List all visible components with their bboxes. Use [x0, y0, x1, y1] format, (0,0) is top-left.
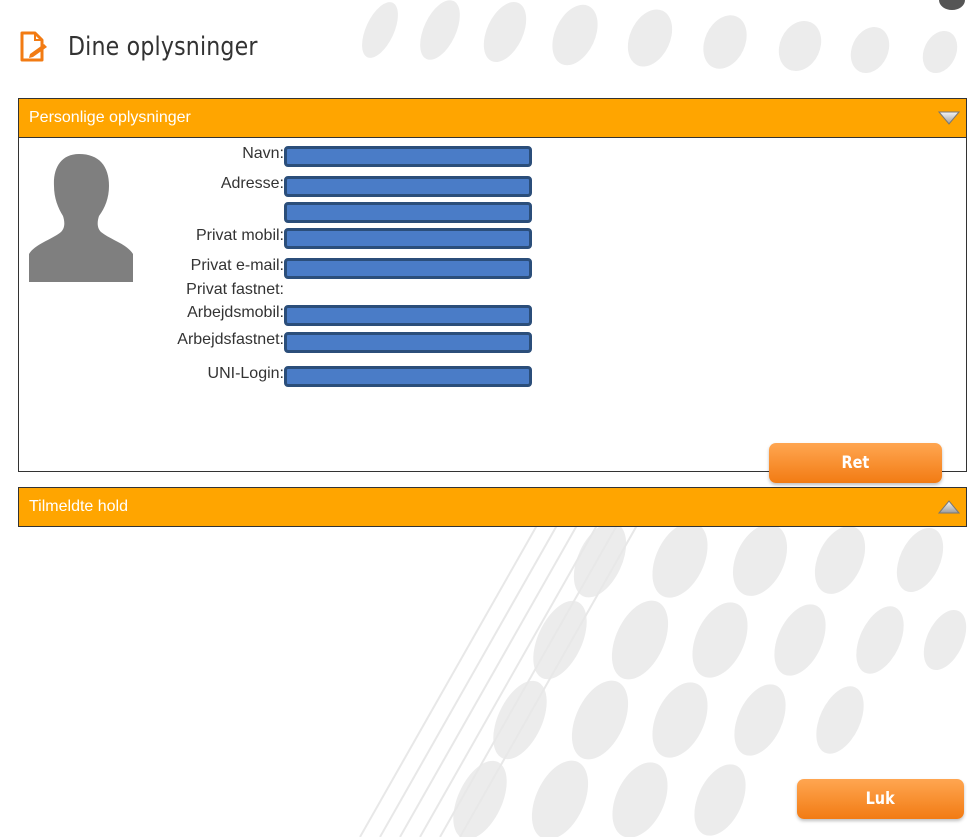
edit-button[interactable]: Ret	[769, 443, 942, 483]
field-row-work-landline: Arbejdsfastnet:	[19, 330, 539, 353]
private-mobile-field[interactable]	[284, 228, 532, 249]
page-header: Dine oplysninger	[18, 22, 291, 72]
field-row-address-2	[19, 200, 539, 223]
close-button-label: Luk	[865, 789, 896, 809]
field-row-private-mobile: Privat mobil:	[19, 226, 539, 249]
work-landline-field[interactable]	[284, 332, 532, 353]
private-email-label: Privat e-mail:	[190, 257, 284, 274]
private-landline-label: Privat fastnet:	[186, 281, 284, 298]
personal-info-panel-body: Navn: Adresse: Privat mobil: Privat e-ma…	[18, 138, 967, 483]
work-mobile-field[interactable]	[284, 305, 532, 326]
registered-courses-panel: Tilmeldte hold	[18, 487, 967, 527]
document-edit-icon	[20, 31, 47, 62]
field-row-private-landline: Privat fastnet:	[19, 280, 539, 302]
work-landline-label: Arbejdsfastnet:	[177, 331, 284, 348]
address-label: Adresse:	[220, 175, 284, 192]
triangle-down-icon[interactable]	[938, 111, 960, 125]
field-row-uni-login: UNI-Login:	[19, 364, 539, 387]
personal-info-panel: Personlige oplysninger Navn: Adresse: Pr…	[18, 98, 967, 483]
private-email-field[interactable]	[284, 258, 532, 279]
uni-login-label: UNI-Login:	[207, 365, 284, 382]
address-field[interactable]	[284, 176, 532, 197]
field-row-name: Navn:	[19, 144, 539, 167]
field-row-private-email: Privat e-mail:	[19, 256, 539, 279]
work-mobile-label: Arbejdsmobil:	[187, 304, 284, 321]
registered-courses-panel-title: Tilmeldte hold	[29, 498, 129, 515]
page-title: Dine oplysninger	[68, 32, 258, 62]
uni-login-field[interactable]	[284, 366, 532, 387]
edit-button-label: Ret	[841, 453, 870, 473]
address-line-2-field[interactable]	[284, 202, 532, 223]
field-row-address: Adresse:	[19, 174, 539, 197]
field-row-work-mobile: Arbejdsmobil:	[19, 303, 539, 326]
registered-courses-panel-header[interactable]: Tilmeldte hold	[18, 487, 967, 527]
close-button[interactable]: Luk	[797, 779, 964, 819]
triangle-up-icon[interactable]	[938, 500, 960, 514]
private-mobile-label: Privat mobil:	[195, 227, 284, 244]
name-field[interactable]	[284, 146, 532, 167]
personal-info-panel-header[interactable]: Personlige oplysninger	[18, 98, 967, 138]
personal-info-panel-title: Personlige oplysninger	[29, 109, 191, 126]
name-label: Navn:	[242, 145, 284, 162]
